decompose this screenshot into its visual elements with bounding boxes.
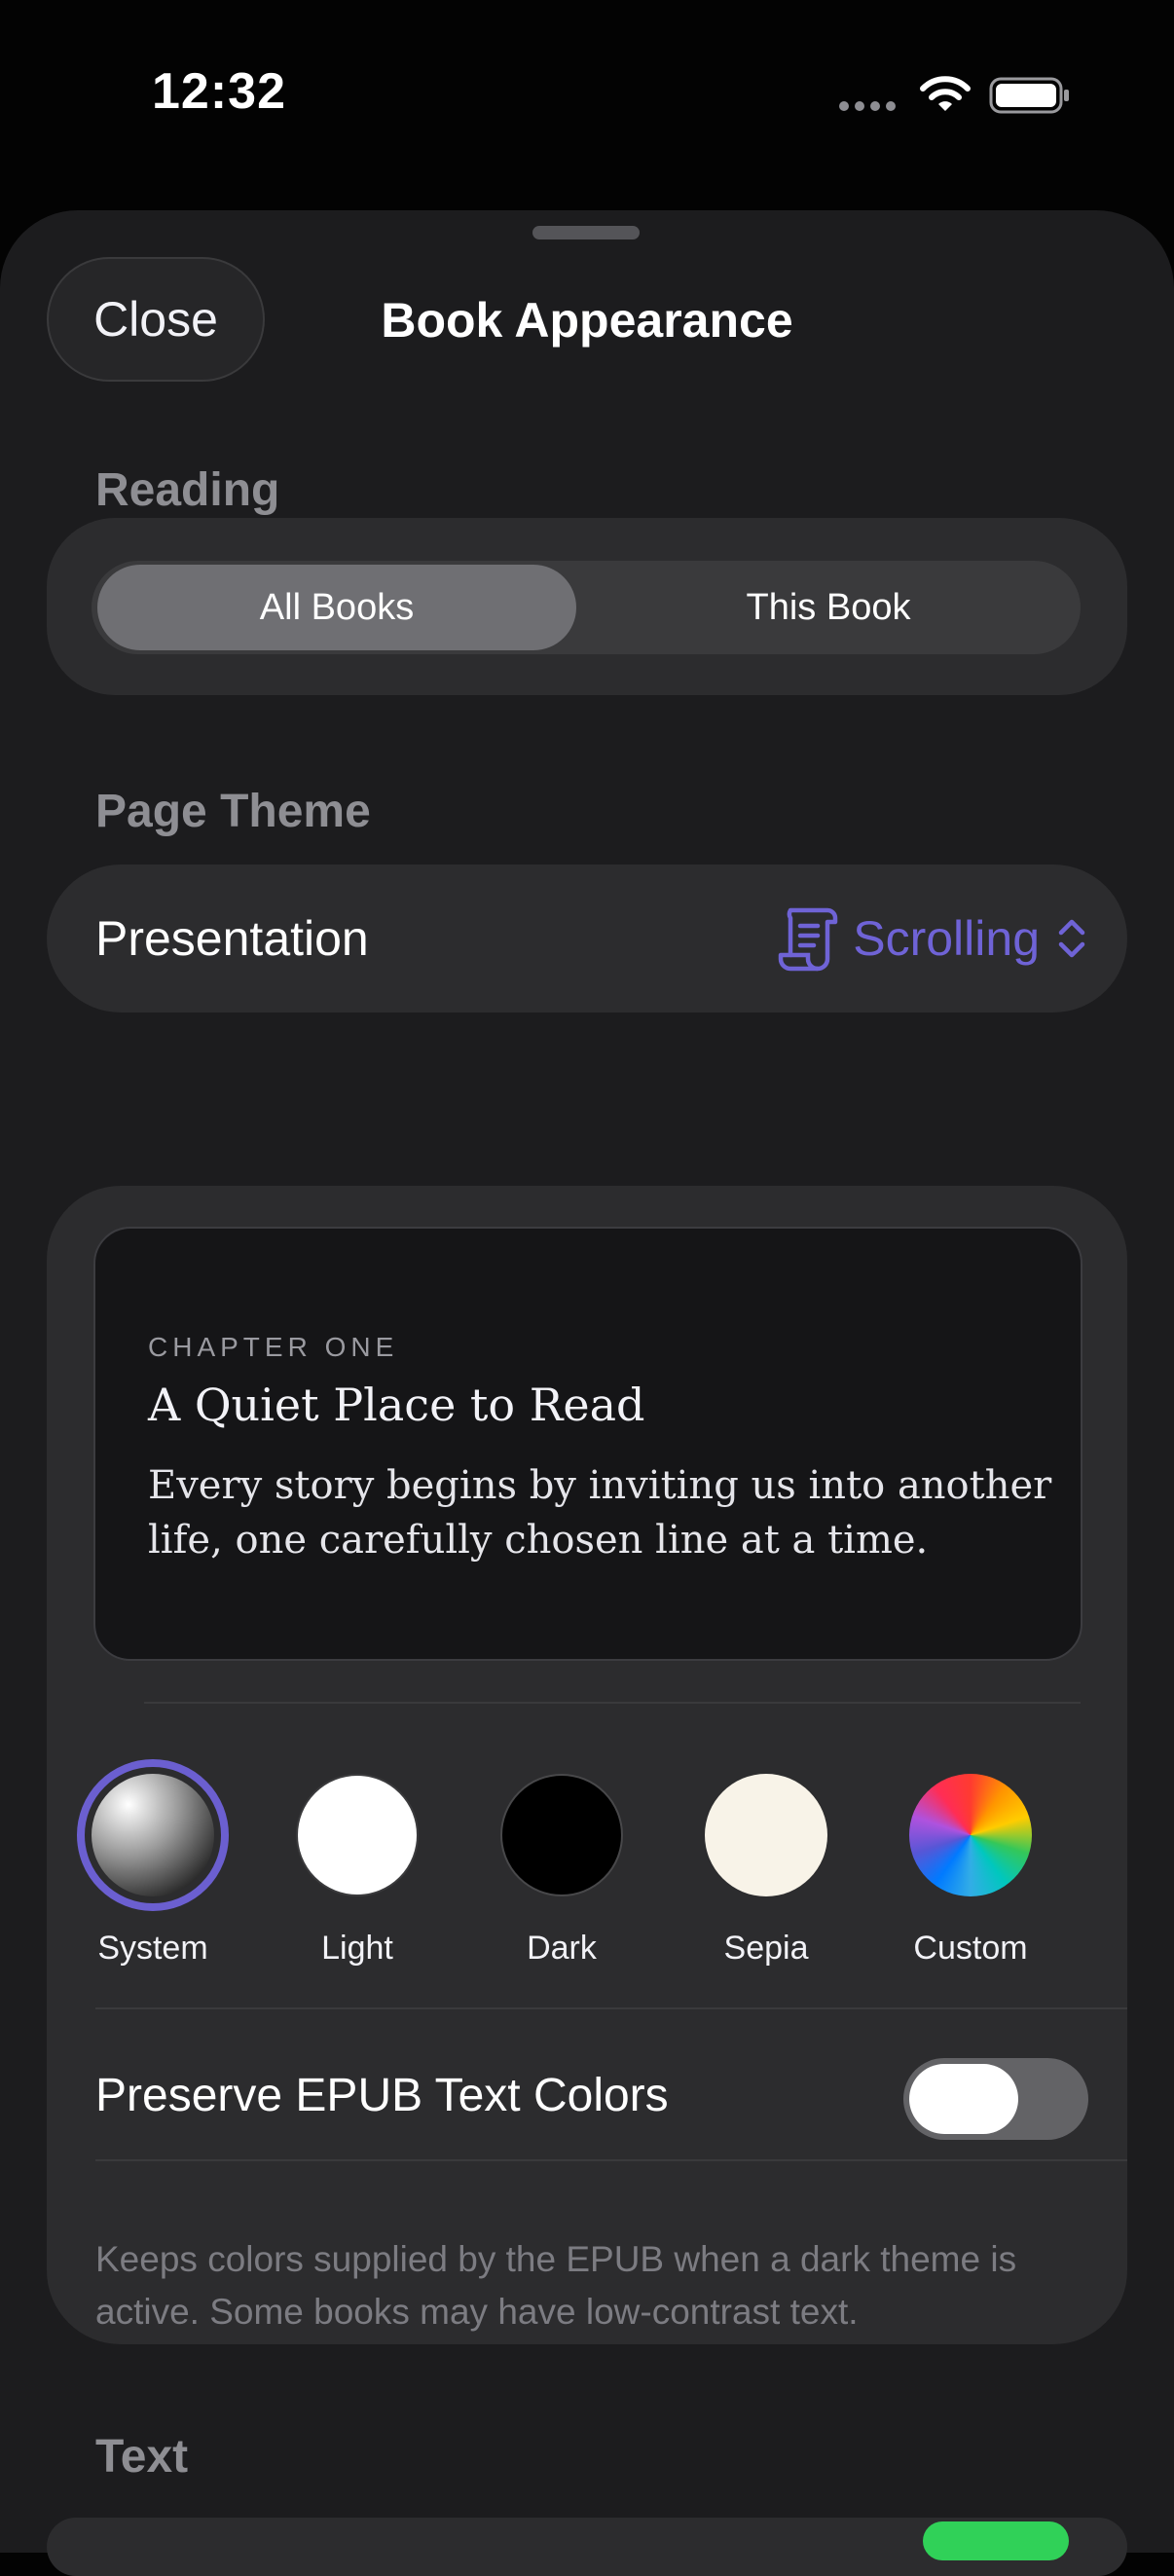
divider — [144, 1702, 1081, 1704]
wifi-icon — [920, 76, 971, 111]
sheet-grabber[interactable] — [532, 226, 640, 239]
swatch-label: System — [97, 1930, 208, 1967]
light-theme-icon — [296, 1774, 419, 1896]
status-bar: 12:32 — [0, 0, 1174, 195]
presentation-picker[interactable]: Scrolling — [777, 865, 1088, 1012]
sheet-title: Book Appearance — [381, 293, 793, 348]
page-theme-section-header: Page Theme — [95, 786, 371, 837]
swatch-label: Sepia — [723, 1930, 809, 1967]
preview-body: Every story begins by inviting us into a… — [148, 1463, 1052, 1563]
preserve-colors-footnote: Keeps colors supplied by the EPUB when a… — [95, 2239, 1017, 2332]
presentation-value: Scrolling — [853, 911, 1040, 966]
theme-swatch-custom[interactable]: Custom — [868, 1750, 1073, 1967]
chevron-up-down-icon — [1058, 919, 1085, 958]
toggle-switch[interactable] — [923, 2521, 1069, 2560]
scope-card: All Books This Book — [47, 518, 1127, 695]
battery-icon — [989, 77, 1069, 114]
divider — [95, 2159, 1127, 2161]
segment-this-book[interactable]: This Book — [582, 565, 1075, 650]
text-section-header: Text — [95, 2431, 189, 2483]
dark-theme-icon — [500, 1774, 623, 1896]
preview-title: A Quiet Place to Read — [148, 1379, 645, 1431]
swatch-label: Custom — [913, 1930, 1028, 1967]
swatch-label: Light — [321, 1930, 393, 1967]
segment-all-books[interactable]: All Books — [97, 565, 576, 650]
color-wheel-icon — [909, 1774, 1032, 1896]
theme-swatches: System Light Dark Sepia Custom — [47, 1750, 1127, 1967]
toggle-knob — [909, 2064, 1018, 2134]
theme-swatch-light[interactable]: Light — [255, 1750, 459, 1967]
reading-section-header: Reading — [95, 464, 280, 516]
preserve-epub-colors-row: Preserve EPUB Text Colors — [47, 2023, 1127, 2169]
preserve-epub-colors-label: Preserve EPUB Text Colors — [95, 2070, 669, 2121]
swatch-label: Dark — [527, 1930, 597, 1967]
theme-swatch-system[interactable]: System — [51, 1750, 255, 1967]
presentation-label: Presentation — [95, 911, 369, 966]
theme-swatch-sepia[interactable]: Sepia — [664, 1750, 868, 1967]
text-card — [47, 2518, 1127, 2576]
preview-chapter-label: CHAPTER ONE — [148, 1332, 399, 1362]
presentation-row[interactable]: Presentation Scrolling — [47, 865, 1127, 1012]
theme-swatch-dark[interactable]: Dark — [459, 1750, 664, 1967]
theme-preview: CHAPTER ONE A Quiet Place to Read Every … — [93, 1227, 1082, 1661]
page-theme-card: CHAPTER ONE A Quiet Place to Read Every … — [47, 1186, 1127, 2344]
scope-segmented-control: All Books This Book — [92, 561, 1081, 654]
divider — [95, 2007, 1127, 2009]
status-time: 12:32 — [152, 63, 286, 120]
book-appearance-sheet: Close Book Appearance All Books This Boo… — [0, 210, 1174, 2576]
system-theme-icon — [92, 1774, 214, 1896]
sepia-theme-icon — [705, 1774, 827, 1896]
scroll-icon — [779, 907, 838, 972]
cellular-signal-icon — [839, 101, 898, 115]
preserve-epub-colors-toggle[interactable] — [903, 2058, 1088, 2140]
